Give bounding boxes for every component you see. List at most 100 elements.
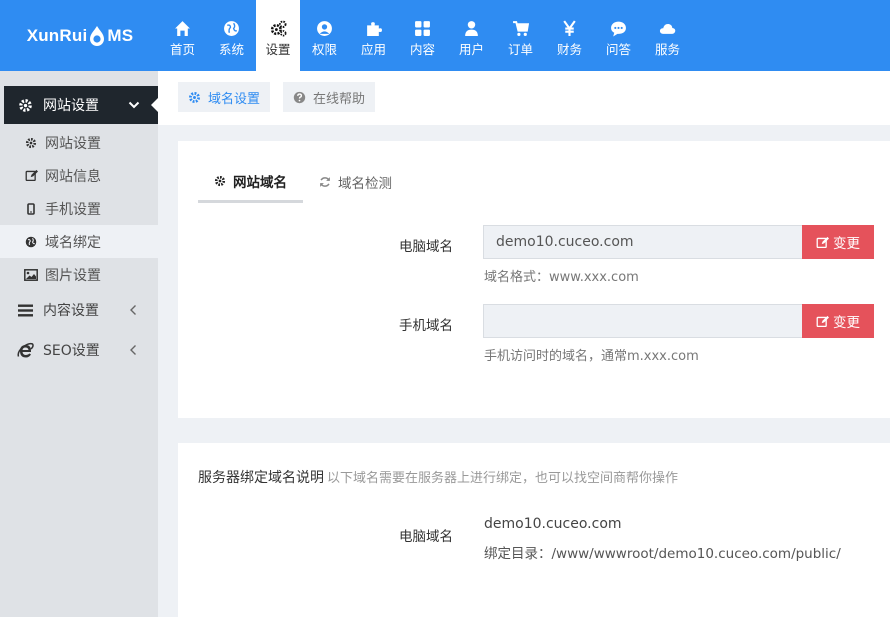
sidebar-item-site-info[interactable]: 网站信息 — [0, 159, 158, 192]
change-label: 变更 — [833, 315, 860, 331]
nav-home[interactable]: 首页 — [158, 0, 207, 71]
sidebar-item-domain-binding[interactable]: 域名绑定 — [0, 225, 158, 258]
nav-label: 服务 — [654, 41, 680, 57]
nav-finance[interactable]: 财务 — [545, 0, 594, 71]
online-help-label: 在线帮助 — [313, 91, 366, 107]
user-circle-icon — [317, 20, 332, 36]
online-help-button[interactable]: 在线帮助 — [283, 82, 376, 112]
server-binding-title: 服务器绑定域名说明 以下域名需要在服务器上进行绑定，也可以找空间商帮你操作 — [198, 467, 678, 487]
sidebar-item-label: 网站设置 — [45, 135, 101, 152]
nav-label: 内容 — [409, 41, 435, 57]
tab-label: 网站域名 — [233, 174, 287, 191]
edit-icon — [816, 236, 829, 248]
home-icon — [175, 20, 190, 36]
nav-service[interactable]: 服务 — [643, 0, 692, 71]
mobile-domain-change-button[interactable]: 变更 — [802, 304, 874, 338]
edit-icon — [25, 169, 38, 182]
nav-label: 订单 — [507, 41, 533, 57]
logo-text-part2: MS — [107, 25, 134, 45]
nav-label: 用户 — [458, 41, 484, 57]
question-circle-icon — [293, 91, 306, 103]
user-icon — [465, 20, 478, 36]
nav-permission[interactable]: 权限 — [300, 0, 349, 71]
cogs-icon — [270, 20, 286, 36]
sidebar-item-label: 域名绑定 — [45, 234, 101, 251]
pc-domain-change-button[interactable]: 变更 — [802, 225, 874, 259]
globe-icon — [25, 236, 37, 247]
cog-icon — [189, 91, 200, 103]
nav-orders[interactable]: 订单 — [496, 0, 545, 71]
pc-domain-input[interactable]: demo10.cuceo.com — [483, 225, 803, 259]
server-binding-heading: 服务器绑定域名说明 — [198, 470, 324, 486]
nav-label: 首页 — [169, 41, 195, 57]
domain-settings-button[interactable]: 域名设置 — [178, 82, 271, 112]
domain-form-card: 网站域名 域名检测 电脑域名 demo10.cuceo.com 变更 域名格式：… — [178, 141, 890, 418]
ie-icon — [17, 342, 34, 357]
mobile-domain-input[interactable] — [483, 304, 803, 338]
nav-label: 问答 — [605, 41, 631, 57]
sidebar-group-label: 内容设置 — [43, 303, 99, 319]
nav-label: 应用 — [360, 41, 386, 57]
cog-icon — [214, 175, 226, 186]
mobile-icon — [27, 202, 35, 215]
page-toolbar: 域名设置 在线帮助 — [158, 71, 890, 125]
chevron-left-icon — [130, 305, 136, 315]
change-label: 变更 — [833, 236, 860, 252]
sidebar-group-content-settings[interactable]: 内容设置 — [0, 290, 158, 330]
mobile-domain-label: 手机域名 — [399, 318, 453, 334]
yen-icon — [563, 19, 576, 36]
sidebar-item-label: 网站信息 — [45, 168, 101, 185]
sidebar-item-label: 手机设置 — [45, 201, 101, 218]
pc-domain-label: 电脑域名 — [399, 239, 453, 255]
server-bind-directory: 绑定目录：/www/wwwroot/demo10.cuceo.com/publi… — [484, 546, 841, 562]
puzzle-icon — [367, 21, 382, 36]
nav-label: 权限 — [311, 41, 337, 57]
sidebar-head-label: 网站设置 — [43, 98, 99, 114]
nav-content[interactable]: 内容 — [398, 0, 447, 71]
server-binding-card: 服务器绑定域名说明 以下域名需要在服务器上进行绑定，也可以找空间商帮你操作 电脑域… — [178, 443, 890, 617]
pc-domain-help: 域名格式：www.xxx.com — [484, 270, 639, 285]
sidebar-item-image-settings[interactable]: 图片设置 — [0, 258, 158, 291]
sidebar-item-mobile-settings[interactable]: 手机设置 — [0, 192, 158, 225]
tab-domain-check[interactable]: 域名检测 — [303, 161, 408, 203]
logo[interactable]: XunRui MS — [0, 0, 160, 71]
menu-icon — [18, 304, 33, 316]
sidebar-item-label: 图片设置 — [45, 267, 101, 284]
flame-logo-icon — [90, 25, 105, 46]
refresh-icon — [320, 177, 330, 187]
grid-icon — [415, 20, 430, 36]
main-nav: 首页 系统 设置 权限 应用 内容 用户 订单 财务 问答 服务 — [158, 0, 692, 71]
sidebar-group-site-settings[interactable]: 网站设置 — [4, 86, 159, 124]
nav-qa[interactable]: 问答 — [594, 0, 643, 71]
sidebar-group-label: SEO设置 — [43, 343, 100, 359]
nav-apps[interactable]: 应用 — [349, 0, 398, 71]
cloud-icon — [659, 23, 676, 34]
nav-users[interactable]: 用户 — [447, 0, 496, 71]
nav-label: 设置 — [265, 41, 291, 57]
nav-settings[interactable]: 设置 — [256, 0, 300, 71]
cog-icon — [19, 98, 32, 112]
chevron-left-icon — [130, 345, 136, 355]
cart-icon — [513, 20, 529, 36]
server-binding-note: 以下域名需要在服务器上进行绑定，也可以找空间商帮你操作 — [327, 471, 679, 486]
globe-icon — [224, 20, 239, 36]
image-icon — [24, 268, 38, 281]
nav-label: 财务 — [556, 41, 582, 57]
server-pc-domain-label: 电脑域名 — [399, 529, 453, 545]
main-content: 域名设置 在线帮助 网站域名 域名检测 电脑域名 demo10.cuceo.co… — [158, 71, 890, 617]
chevron-down-icon — [128, 101, 140, 109]
cog-icon — [25, 137, 37, 148]
sidebar-group-seo-settings[interactable]: SEO设置 — [0, 330, 158, 370]
tab-site-domain[interactable]: 网站域名 — [198, 161, 303, 203]
chat-icon — [611, 21, 626, 36]
top-bar: XunRui MS 首页 系统 设置 权限 应用 内容 用户 订单 财务 问答 … — [0, 0, 890, 71]
sidebar-item-site-settings[interactable]: 网站设置 — [0, 126, 158, 159]
sidebar: 网站设置 网站设置 网站信息 手机设置 域名绑定 图片设置 内容设置 SEO设置 — [0, 71, 159, 617]
tab-label: 域名检测 — [338, 176, 392, 192]
form-tabs: 网站域名 域名检测 — [198, 161, 408, 203]
edit-icon — [816, 315, 829, 327]
domain-settings-label: 域名设置 — [208, 91, 261, 107]
logo-text-part1: XunRui — [26, 25, 88, 45]
mobile-domain-help: 手机访问时的域名，通常m.xxx.com — [484, 349, 699, 364]
nav-system[interactable]: 系统 — [207, 0, 256, 71]
